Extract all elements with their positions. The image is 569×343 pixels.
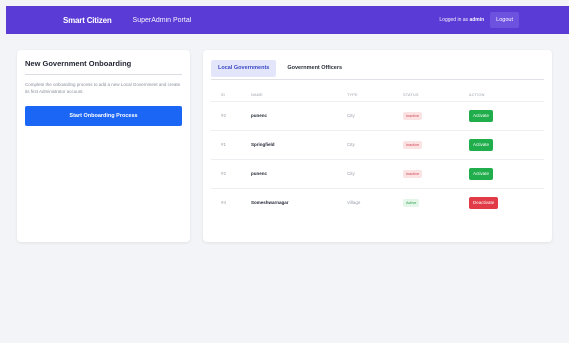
portal-title: SuperAdmin Portal	[132, 16, 192, 24]
row-id: #2	[211, 158, 251, 188]
row-action-cell: Activate	[469, 158, 544, 188]
activate-button[interactable]: Activate	[469, 167, 494, 180]
row-type: City	[347, 158, 403, 188]
row-action-cell: Activate	[469, 129, 544, 159]
column-header-name: NAME	[251, 92, 263, 97]
start-onboarding-button[interactable]: Start Onboarding Process	[25, 106, 182, 126]
table-row: #2 punenc City Inactive Activate	[211, 100, 544, 130]
top-navbar: Smart Citizen SuperAdmin Portal Logged i…	[6, 6, 569, 34]
row-status-cell: Inactive	[403, 158, 469, 188]
row-type: City	[347, 129, 403, 159]
row-id: #4	[211, 187, 251, 217]
user-area: Logged in as admin Logout	[439, 12, 519, 28]
column-header-status: STATUS	[403, 92, 419, 97]
brand-logo[interactable]: Smart Citizen	[63, 16, 112, 25]
column-header-id: ID	[221, 92, 226, 97]
table-row: #1 Springfield City Inactive Activate	[211, 129, 544, 159]
onboarding-title: New Government Onboarding	[25, 59, 182, 75]
table-row: #2 punenc City Inactive Activate	[211, 158, 544, 188]
activate-button[interactable]: Activate	[469, 109, 494, 122]
logged-in-prefix: Logged in as	[439, 17, 469, 23]
onboarding-description: Complete the onboarding process to add a…	[25, 82, 181, 94]
activate-button[interactable]: Activate	[469, 138, 494, 151]
tab-local-governments[interactable]: Local Governments	[211, 59, 277, 77]
deactivate-button[interactable]: Deactivate	[469, 196, 499, 209]
table-header-row: ID NAME TYPE STATUS ACTION	[211, 89, 544, 101]
row-status-cell: Active	[403, 187, 469, 217]
status-badge: Inactive	[403, 169, 423, 178]
row-name: punenc	[251, 100, 347, 130]
logged-in-user: admin	[469, 17, 485, 23]
row-type: Village	[347, 187, 403, 217]
governments-card: Local Governments Government Officers ID…	[203, 50, 552, 242]
row-action-cell: Activate	[469, 100, 544, 130]
row-name: Someshwarnagar	[251, 187, 347, 217]
status-badge: Active	[403, 198, 420, 207]
column-header-type: TYPE	[347, 92, 358, 97]
tab-bar: Local Governments Government Officers	[211, 59, 544, 80]
logout-button[interactable]: Logout	[490, 12, 519, 28]
row-status-cell: Inactive	[403, 100, 469, 130]
row-action-cell: Deactivate	[469, 187, 544, 217]
row-name: punenc	[251, 158, 347, 188]
row-id: #2	[211, 100, 251, 130]
status-badge: Inactive	[403, 140, 423, 149]
onboarding-card: New Government Onboarding Complete the o…	[17, 50, 190, 242]
row-id: #1	[211, 129, 251, 159]
tab-government-officers[interactable]: Government Officers	[280, 60, 349, 77]
governments-table: ID NAME TYPE STATUS ACTION #2 punenc Cit…	[211, 89, 544, 217]
row-status-cell: Inactive	[403, 129, 469, 159]
row-type: City	[347, 100, 403, 130]
row-name: Springfield	[251, 129, 347, 159]
logged-in-text: Logged in as admin	[439, 17, 484, 23]
table-row: #4 Someshwarnagar Village Active Deactiv…	[211, 187, 544, 217]
column-header-action: ACTION	[469, 92, 485, 97]
status-badge: Inactive	[403, 111, 423, 120]
